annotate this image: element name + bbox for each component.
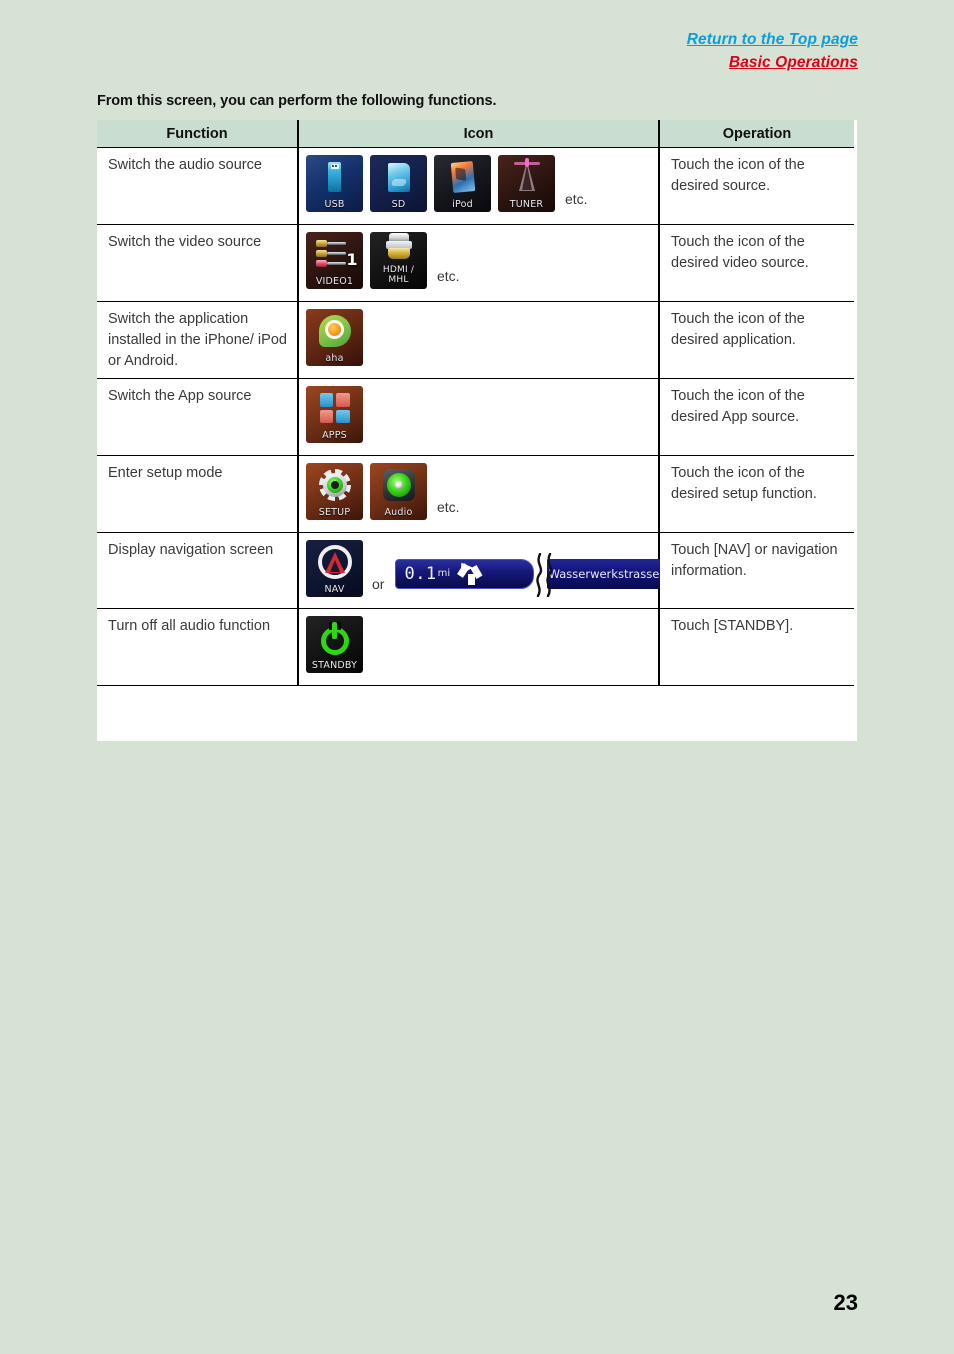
table-row: Switch the application installed in the … <box>97 301 854 379</box>
tuner-glyph <box>498 158 555 196</box>
turn-arrow-icon <box>455 559 483 585</box>
return-to-top-page-link[interactable]: Return to the Top page <box>687 28 858 51</box>
ipod-icon-label: iPod <box>452 199 473 211</box>
nav-street-box[interactable]: Wasserwerkstrasse <box>547 559 661 589</box>
cell-icon: aha <box>297 301 659 379</box>
etc-label: etc. <box>437 498 460 515</box>
cell-operation: Touch the icon of the desired source. <box>658 147 854 225</box>
table-row: Switch the video source 1 VIDEO1 HDMI / … <box>97 224 854 302</box>
top-navigation-links: Return to the Top page Basic Operations <box>687 28 858 75</box>
audio-icon-label: Audio <box>384 507 413 519</box>
tear-break-icon <box>536 553 553 597</box>
header-icon: Icon <box>297 120 659 148</box>
tuner-icon-label: TUNER <box>509 199 544 211</box>
nav-distance-box[interactable]: 0.1 mi <box>395 559 535 589</box>
icon-strip: aha <box>306 309 652 366</box>
apps-grid-glyph <box>306 389 363 427</box>
cell-operation: Touch the icon of the desired applicatio… <box>658 301 854 379</box>
icon-strip: USB SD iPod TUNER etc. <box>306 155 652 212</box>
standby-icon[interactable]: STANDBY <box>306 616 363 673</box>
nav-distance-unit: mi <box>437 567 451 579</box>
cell-function: Display navigation screen <box>97 532 298 609</box>
cell-icon: 1 VIDEO1 HDMI / MHL etc. <box>297 224 659 302</box>
icon-strip: NAV or 0.1 mi Wasserwerkstrasse <box>306 540 661 597</box>
rca-plugs-glyph: 1 <box>306 235 363 273</box>
page-number: 23 <box>833 1290 858 1315</box>
icon-strip: 1 VIDEO1 HDMI / MHL etc. <box>306 232 652 289</box>
nav-icon-label: NAV <box>324 584 345 596</box>
cell-function: Switch the audio source <box>97 147 298 225</box>
cell-function: Switch the video source <box>97 224 298 302</box>
nav-arrow-glyph <box>306 543 363 581</box>
sd-icon-label: SD <box>391 199 406 211</box>
usb-icon-label: USB <box>324 199 345 211</box>
video1-icon[interactable]: 1 VIDEO1 <box>306 232 363 289</box>
ipod-glyph <box>434 158 491 196</box>
cell-icon: SETUP Audio etc. <box>297 455 659 533</box>
setup-icon[interactable]: SETUP <box>306 463 363 520</box>
ipod-icon[interactable]: iPod <box>434 155 491 212</box>
table-row: Display navigation screen NAV or 0.1 mi <box>97 532 854 609</box>
apps-icon-label: APPS <box>322 430 347 442</box>
table-row: Turn off all audio function STANDBY Touc… <box>97 608 854 686</box>
video1-icon-label: VIDEO1 <box>315 276 354 288</box>
hdmi-plug-glyph <box>370 233 427 259</box>
sd-glyph <box>370 158 427 196</box>
hdmi-label-line2: MHL <box>388 274 409 285</box>
cell-operation: Touch the icon of the desired App source… <box>658 378 854 456</box>
sd-icon[interactable]: SD <box>370 155 427 212</box>
icon-strip: APPS <box>306 386 652 443</box>
tuner-icon[interactable]: TUNER <box>498 155 555 212</box>
standby-icon-label: STANDBY <box>311 660 358 672</box>
aha-icon[interactable]: aha <box>306 309 363 366</box>
table-header-row: Function Icon Operation <box>97 120 854 148</box>
cell-operation: Touch [NAV] or navigation information. <box>658 532 854 609</box>
table-row: Switch the App source APPS Touch the ico… <box>97 378 854 456</box>
navigation-information-bar[interactable]: 0.1 mi Wasserwerkstrasse <box>395 553 661 597</box>
gear-icon <box>306 466 363 504</box>
or-label: or <box>372 575 385 592</box>
nav-icon[interactable]: NAV <box>306 540 363 597</box>
hdmi-mhl-icon-label: HDMI / MHL <box>370 265 427 285</box>
etc-label: etc. <box>565 190 588 207</box>
cell-operation: Touch [STANDBY]. <box>658 608 854 686</box>
cell-icon: APPS <box>297 378 659 456</box>
cell-function: Switch the App source <box>97 378 298 456</box>
cell-icon: STANDBY <box>297 608 659 686</box>
table-row: Switch the audio source USB SD iPod TUNE… <box>97 147 854 225</box>
usb-glyph <box>306 158 363 196</box>
cell-function: Turn off all audio function <box>97 608 298 686</box>
cell-function: Enter setup mode <box>97 455 298 533</box>
hdmi-mhl-icon[interactable]: HDMI / MHL <box>370 232 427 289</box>
intro-text: From this screen, you can perform the fo… <box>97 93 497 109</box>
nav-distance-value: 0.1 <box>404 563 437 584</box>
basic-operations-link[interactable]: Basic Operations <box>687 51 858 74</box>
aha-icon-label: aha <box>325 353 344 365</box>
etc-label: etc. <box>437 267 460 284</box>
power-icon <box>306 619 363 657</box>
cell-operation: Touch the icon of the desired video sour… <box>658 224 854 302</box>
setup-icon-label: SETUP <box>318 507 351 519</box>
usb-icon[interactable]: USB <box>306 155 363 212</box>
header-function: Function <box>97 120 298 148</box>
icon-strip: SETUP Audio etc. <box>306 463 652 520</box>
aha-glyph <box>306 312 363 350</box>
functions-table: Function Icon Operation Switch the audio… <box>97 120 854 686</box>
cell-icon: USB SD iPod TUNER etc. <box>297 147 659 225</box>
cell-function: Switch the application installed in the … <box>97 301 298 379</box>
audio-icon[interactable]: Audio <box>370 463 427 520</box>
nav-street-name: Wasserwerkstrasse <box>548 566 660 581</box>
apps-icon[interactable]: APPS <box>306 386 363 443</box>
table-row: Enter setup mode SETUP Audio etc. Touch … <box>97 455 854 533</box>
cell-operation: Touch the icon of the desired setup func… <box>658 455 854 533</box>
speaker-icon <box>370 466 427 504</box>
header-operation: Operation <box>658 120 854 148</box>
icon-strip: STANDBY <box>306 616 652 673</box>
functions-table-panel: Function Icon Operation Switch the audio… <box>97 120 857 741</box>
cell-icon: NAV or 0.1 mi Wasserwerkstrasse <box>297 532 661 609</box>
